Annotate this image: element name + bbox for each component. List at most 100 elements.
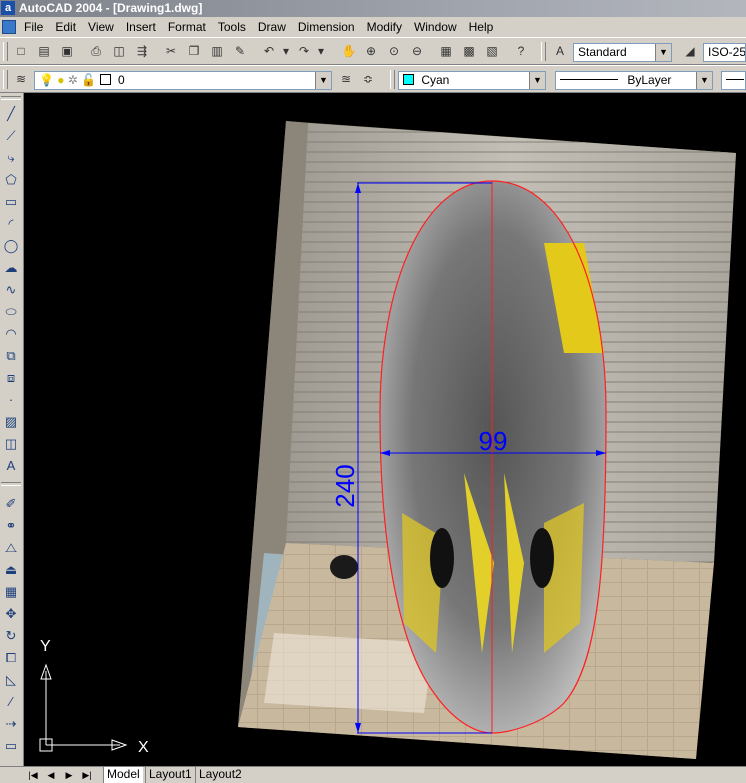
mirror-icon[interactable]: ⧍ xyxy=(2,539,20,557)
ucs-icon xyxy=(39,663,128,752)
tab-model[interactable]: Model xyxy=(103,767,143,783)
next-tab-icon[interactable]: ▶ xyxy=(62,769,76,781)
dimension-style-icon[interactable]: ◢ xyxy=(681,43,699,60)
rectangle-icon[interactable]: ▭ xyxy=(2,193,20,211)
move-icon[interactable]: ✥ xyxy=(2,605,20,623)
multiline-text-icon[interactable]: A xyxy=(2,457,20,475)
layer-previous-icon[interactable]: ≎ xyxy=(359,71,377,88)
drawing-canvas[interactable]: 240 99 Y X xyxy=(24,93,746,766)
chevron-down-icon[interactable]: ▼ xyxy=(696,72,712,89)
menu-help[interactable]: Help xyxy=(469,17,501,37)
layers-toolbar: ≋ 💡 ● ✲ 🔓 0 ▼ ≊ ≎ Cyan ▼ ByLayer ▼ xyxy=(0,65,746,93)
redo-dropdown-icon[interactable]: ▾ xyxy=(316,43,326,60)
dimension-width-label[interactable]: 99 xyxy=(479,426,508,456)
menu-dimension[interactable]: Dimension xyxy=(298,17,362,37)
autocad-app-icon[interactable]: a xyxy=(1,1,15,15)
zoom-previous-icon[interactable]: ⊖ xyxy=(408,43,426,60)
open-folder-icon[interactable]: ▤ xyxy=(35,43,53,60)
color-select[interactable]: Cyan ▼ xyxy=(398,71,546,90)
previous-tab-icon[interactable]: ◀ xyxy=(44,769,58,781)
last-tab-icon[interactable]: ▶| xyxy=(80,769,94,781)
layer-manager-icon[interactable]: ≋ xyxy=(12,71,30,88)
scale-icon[interactable]: ⧠ xyxy=(2,649,20,667)
print-icon[interactable]: ⎙ xyxy=(87,43,105,60)
insert-block-icon[interactable]: ⧉ xyxy=(2,347,20,365)
design-center-icon[interactable]: ▩ xyxy=(460,43,478,60)
menu-file[interactable]: File xyxy=(24,17,50,37)
text-style-select[interactable]: Standard ▼ xyxy=(573,43,672,62)
line-icon[interactable]: ╱ xyxy=(2,105,20,123)
color-value: Cyan xyxy=(421,73,450,87)
text-style-icon[interactable]: A xyxy=(551,43,569,60)
erase-icon[interactable]: ✐ xyxy=(2,495,20,513)
properties-icon[interactable]: ▦ xyxy=(437,43,455,60)
menu-view[interactable]: View xyxy=(88,17,121,37)
tool-palettes-icon[interactable]: ▧ xyxy=(483,43,501,60)
zoom-realtime-icon[interactable]: ⊕ xyxy=(362,43,380,60)
toolbar-grip[interactable] xyxy=(1,96,21,100)
match-properties-icon[interactable]: ✎ xyxy=(231,43,249,60)
chevron-down-icon[interactable]: ▼ xyxy=(315,72,331,89)
publish-icon[interactable]: ⇶ xyxy=(133,43,151,60)
chevron-down-icon[interactable]: ▼ xyxy=(655,44,671,61)
make-block-icon[interactable]: ⧈ xyxy=(2,369,20,387)
help-icon[interactable]: ? xyxy=(512,43,530,60)
linetype-sample-icon xyxy=(560,79,618,80)
menu-format[interactable]: Format xyxy=(168,17,213,37)
dimension-length-label[interactable]: 240 xyxy=(330,464,360,507)
trim-icon[interactable]: ⁄ xyxy=(2,693,20,711)
tab-layout1[interactable]: Layout1 xyxy=(145,767,195,783)
array-icon[interactable]: ▦ xyxy=(2,583,20,601)
stretch-icon[interactable]: ◺ xyxy=(2,671,20,689)
make-object-layer-current-icon[interactable]: ≊ xyxy=(337,71,355,88)
print-preview-icon[interactable]: ◫ xyxy=(110,43,128,60)
toolbar-grip[interactable] xyxy=(390,70,395,89)
revision-cloud-icon[interactable]: ☁ xyxy=(2,259,20,277)
spline-icon[interactable]: ∿ xyxy=(2,281,20,299)
document-icon[interactable] xyxy=(2,20,16,34)
construction-line-icon[interactable]: ⟋ xyxy=(2,127,20,145)
pan-realtime-icon[interactable]: ✋ xyxy=(340,43,358,60)
copy-icon[interactable]: ❐ xyxy=(185,43,203,60)
ellipse-arc-icon[interactable]: ◠ xyxy=(2,325,20,343)
drawing-svg: 240 99 Y X xyxy=(39,121,736,759)
redo-icon[interactable]: ↷ xyxy=(295,43,313,60)
circle-icon[interactable]: ◯ xyxy=(2,237,20,255)
paste-icon[interactable]: ▥ xyxy=(208,43,226,60)
menu-window[interactable]: Window xyxy=(414,17,464,37)
new-file-icon[interactable]: □ xyxy=(12,43,30,60)
polyline-icon[interactable]: ⤷ xyxy=(2,149,20,167)
lineweight-select[interactable] xyxy=(721,71,746,90)
tab-layout2[interactable]: Layout2 xyxy=(195,767,245,783)
menu-draw[interactable]: Draw xyxy=(258,17,293,37)
menu-modify[interactable]: Modify xyxy=(367,17,409,37)
undo-icon[interactable]: ↶ xyxy=(260,43,278,60)
chevron-down-icon[interactable]: ▼ xyxy=(529,72,545,89)
menu-insert[interactable]: Insert xyxy=(126,17,163,37)
save-icon[interactable]: ▣ xyxy=(58,43,76,60)
dimension-style-select[interactable]: ISO-25 xyxy=(703,43,746,62)
extend-icon[interactable]: ⇢ xyxy=(2,715,20,733)
cut-icon[interactable]: ✂ xyxy=(162,43,180,60)
offset-icon[interactable]: ⏏ xyxy=(2,561,20,579)
menu-edit[interactable]: Edit xyxy=(55,17,83,37)
copy-object-icon[interactable]: ⚭ xyxy=(2,517,20,535)
break-icon[interactable]: ▭ xyxy=(2,737,20,755)
toolbar-grip[interactable] xyxy=(3,42,8,61)
zoom-window-icon[interactable]: ⊙ xyxy=(385,43,403,60)
undo-dropdown-icon[interactable]: ▾ xyxy=(281,43,291,60)
polygon-icon[interactable]: ⬠ xyxy=(2,171,20,189)
toolbar-grip[interactable] xyxy=(1,482,21,486)
toolbar-grip[interactable] xyxy=(3,70,8,89)
toolbar-grip[interactable] xyxy=(541,42,546,61)
ellipse-icon[interactable]: ⬭ xyxy=(2,303,20,321)
layer-select[interactable]: 💡 ● ✲ 🔓 0 ▼ xyxy=(34,71,332,90)
hatch-icon[interactable]: ▨ xyxy=(2,413,20,431)
menu-tools[interactable]: Tools xyxy=(218,17,253,37)
linetype-select[interactable]: ByLayer ▼ xyxy=(555,71,713,90)
point-icon[interactable]: · xyxy=(2,391,20,409)
first-tab-icon[interactable]: |◀ xyxy=(26,769,40,781)
arc-icon[interactable]: ◜ xyxy=(2,215,20,233)
rotate-icon[interactable]: ↻ xyxy=(2,627,20,645)
region-icon[interactable]: ◫ xyxy=(2,435,20,453)
